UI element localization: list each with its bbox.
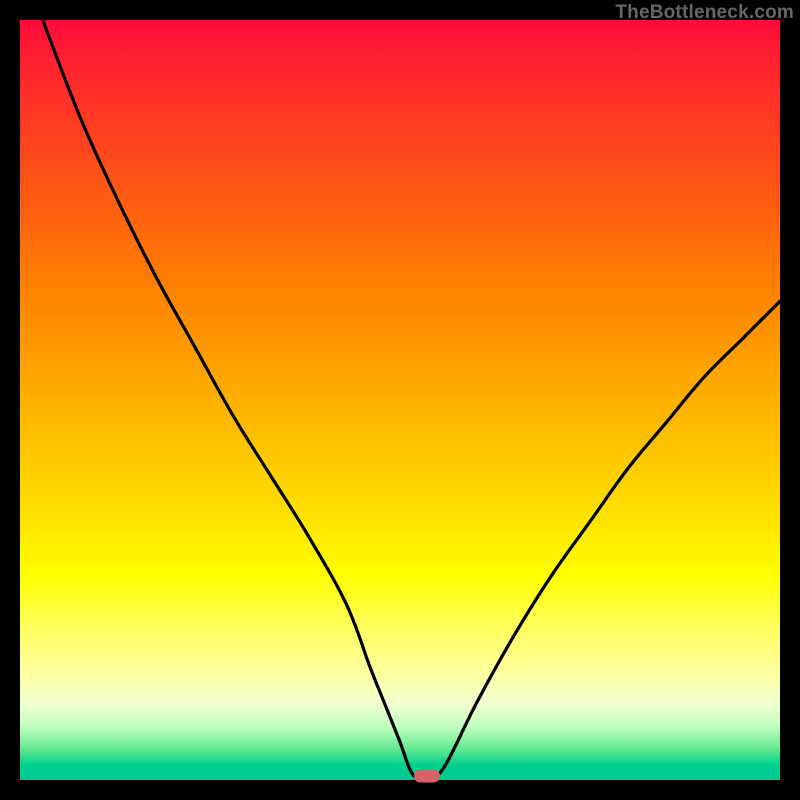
chart-container: TheBottleneck.com bbox=[0, 0, 800, 800]
curve-svg bbox=[20, 20, 780, 780]
plot-area bbox=[20, 20, 780, 780]
bottleneck-curve bbox=[43, 20, 780, 780]
minimum-marker bbox=[414, 770, 440, 783]
